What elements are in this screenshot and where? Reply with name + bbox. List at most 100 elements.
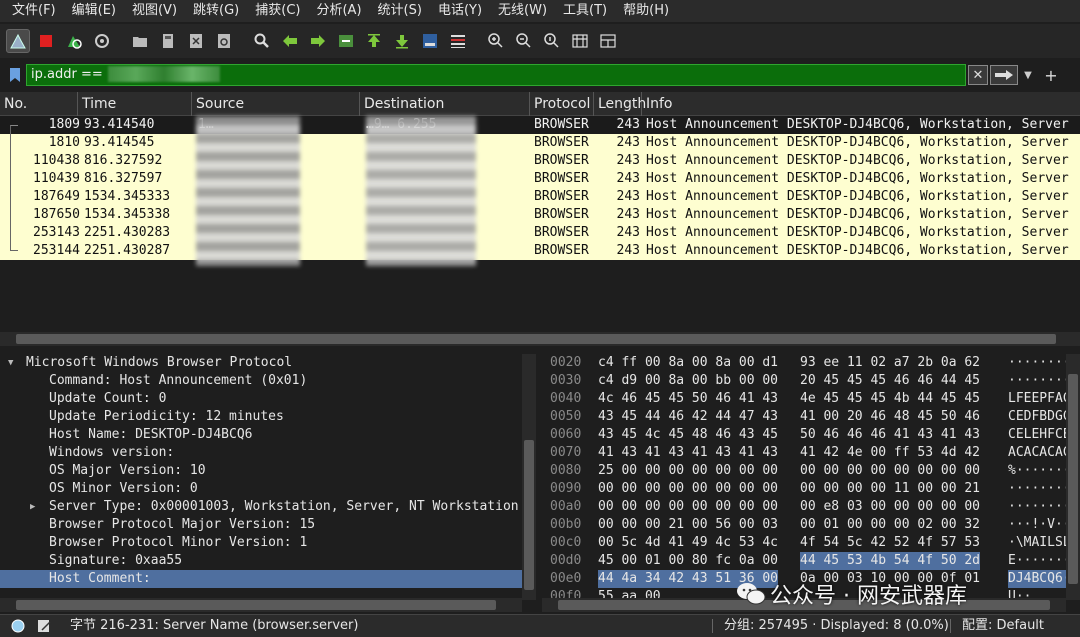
packet-row[interactable]: 187649 1534.345333 BROWSER 243 Host Announce… [0, 188, 1080, 206]
start-capture-button[interactable] [6, 29, 30, 53]
hex-dump-row[interactable]: 00c0 00 5c 4d 41 49 4c 53 4c 4f 54 5c 42 5… [542, 534, 1080, 552]
add-filter-button[interactable]: + [1042, 65, 1060, 85]
filter-history-dropdown[interactable]: ▼ [1020, 65, 1036, 85]
menu-item[interactable]: 工具(T) [555, 0, 615, 22]
packet-list-scrollbar[interactable] [0, 332, 1080, 346]
save-file-button[interactable] [156, 29, 180, 53]
column-header-no[interactable]: No. [0, 92, 78, 116]
packet-protocol: BROWSER [534, 117, 589, 132]
menu-item[interactable]: 编辑(E) [64, 0, 124, 22]
packet-row[interactable]: 110439 816.327597 BROWSER 243 Host Announcem… [0, 170, 1080, 188]
hex-dump-row[interactable]: 00b0 00 00 00 21 00 56 00 03 00 01 00 00 0… [542, 516, 1080, 534]
details-tree-item[interactable]: Browser Protocol Major Version: 15 [0, 516, 522, 534]
normal-size-button[interactable] [540, 29, 564, 53]
hex-dump-row[interactable]: 0030 c4 d9 00 8a 00 bb 00 00 20 45 45 45 4… [542, 372, 1080, 390]
scrollbar-thumb[interactable] [524, 440, 534, 590]
column-header-destination[interactable]: Destination [360, 92, 530, 116]
hex-dump-row[interactable]: 00d0 45 00 01 00 80 fc 0a 00 44 45 53 4b 5… [542, 552, 1080, 570]
hex-dump-row[interactable]: 0060 43 45 4c 45 48 46 43 45 50 46 46 46 4… [542, 426, 1080, 444]
details-tree-item[interactable]: Host Name: DESKTOP-DJ4BCQ6 [0, 426, 522, 444]
hex-dump-row[interactable]: 00a0 00 00 00 00 00 00 00 00 00 e8 03 00 0… [542, 498, 1080, 516]
autoscroll-button[interactable] [418, 29, 442, 53]
hex-dump-row[interactable]: 0050 43 45 44 46 42 44 47 43 41 00 20 46 4… [542, 408, 1080, 426]
menu-item[interactable]: 分析(A) [308, 0, 369, 22]
zoom-out-button[interactable] [512, 29, 536, 53]
filter-bookmark-button[interactable] [4, 64, 26, 86]
profile-status[interactable]: 配置: Default [962, 615, 1044, 637]
bytes-vertical-scrollbar[interactable] [1066, 354, 1080, 600]
close-file-button[interactable] [184, 29, 208, 53]
column-header-time[interactable]: Time [78, 92, 192, 116]
menu-item[interactable]: 跳转(G) [185, 0, 247, 22]
packet-row[interactable]: 1809 93.414540 BROWSER 243 Host Announcement… [0, 116, 1080, 134]
details-tree-item[interactable]: Browser Protocol Minor Version: 1 [0, 534, 522, 552]
hex-dump-row[interactable]: 0080 25 00 00 00 00 00 00 00 00 00 00 00 0… [542, 462, 1080, 480]
menu-item[interactable]: 捕获(C) [247, 0, 308, 22]
layout-button[interactable] [596, 29, 620, 53]
packet-row[interactable]: 253143 2251.430283 BROWSER 243 Host Announce… [0, 224, 1080, 242]
packet-row[interactable]: 1810 93.414545 BROWSER 243 Host Announcement… [0, 134, 1080, 152]
packet-row[interactable]: 253144 2251.430287 BROWSER 243 Host Announce… [0, 242, 1080, 260]
menu-item[interactable]: 视图(V) [124, 0, 185, 22]
collapsed-arrow-icon[interactable]: ▶ [30, 498, 35, 516]
scrollbar-thumb[interactable] [16, 334, 1056, 344]
zoom-in-button[interactable] [484, 29, 508, 53]
scrollbar-thumb[interactable] [16, 600, 496, 610]
restart-capture-button[interactable] [62, 29, 86, 53]
hex-dump-row[interactable]: 0040 4c 46 45 45 50 46 41 43 4e 45 45 45 4… [542, 390, 1080, 408]
details-tree-item[interactable]: OS Minor Version: 0 [0, 480, 522, 498]
details-tree-item[interactable]: Update Count: 0 [0, 390, 522, 408]
column-header-length[interactable]: Length [594, 92, 646, 116]
details-tree-item[interactable]: Update Periodicity: 12 minutes [0, 408, 522, 426]
menu-item[interactable]: 文件(F) [4, 0, 64, 22]
open-file-button[interactable] [128, 29, 152, 53]
reload-file-button[interactable] [212, 29, 236, 53]
hex-dump-row[interactable]: 0020 c4 ff 00 8a 00 8a 00 d1 93 ee 11 02 a… [542, 354, 1080, 372]
scrollbar-thumb[interactable] [1068, 374, 1078, 584]
go-forward-button[interactable] [306, 29, 330, 53]
packet-time: 1534.345338 [84, 207, 171, 222]
details-horizontal-scrollbar[interactable] [0, 598, 522, 612]
details-vertical-scrollbar[interactable] [522, 354, 536, 600]
goto-packet-icon [339, 35, 353, 47]
last-packet-button[interactable] [390, 29, 414, 53]
menu-item[interactable]: 无线(W) [490, 0, 555, 22]
clear-filter-button[interactable]: ✕ [968, 65, 988, 85]
watermark: 公众号 · 网安武器库 [736, 578, 967, 610]
column-header-info[interactable]: Info [642, 92, 1080, 116]
stop-capture-button[interactable] [34, 29, 58, 53]
resize-columns-icon [572, 34, 588, 48]
colorize-button[interactable] [446, 29, 470, 53]
hex-dump-row[interactable]: 0090 00 00 00 00 00 00 00 00 00 00 00 00 1… [542, 480, 1080, 498]
details-tree-item[interactable]: Windows version: [0, 444, 522, 462]
column-header-source[interactable]: Source [192, 92, 360, 116]
details-tree-item[interactable]: ▶ Server Type: 0x00001003, Workstation, S… [0, 498, 522, 516]
go-back-button[interactable] [278, 29, 302, 53]
column-header-protocol[interactable]: Protocol [530, 92, 594, 116]
resize-columns-button[interactable] [568, 29, 592, 53]
capture-comments-button[interactable] [36, 615, 52, 637]
packet-no: 1809 [48, 117, 80, 132]
packet-list-header: No. Time Source Destination Protocol Len… [0, 92, 1080, 116]
go-to-packet-button[interactable] [334, 29, 358, 53]
stop-icon [40, 35, 52, 47]
hex-dump-row[interactable]: 0070 41 43 41 43 41 43 41 43 41 42 4e 00 f… [542, 444, 1080, 462]
expert-info-button[interactable] [10, 615, 26, 637]
details-tree-item[interactable]: OS Major Version: 10 [0, 462, 522, 480]
details-tree-item[interactable]: ▼ Microsoft Windows Browser Protocol [0, 354, 522, 372]
packet-row[interactable]: 187650 1534.345338 BROWSER 243 Host Announce… [0, 206, 1080, 224]
details-tree-item[interactable]: Signature: 0xaa55 [0, 552, 522, 570]
packet-length: 243 [616, 153, 640, 168]
expanded-arrow-icon[interactable]: ▼ [8, 354, 13, 372]
find-packet-button[interactable] [250, 29, 274, 53]
menu-item[interactable]: 帮助(H) [615, 0, 677, 22]
menu-item[interactable]: 统计(S) [370, 0, 430, 22]
capture-options-button[interactable] [90, 29, 114, 53]
menu-item[interactable]: 电话(Y) [430, 0, 490, 22]
packet-row[interactable]: 110438 816.327592 BROWSER 243 Host Announcem… [0, 152, 1080, 170]
apply-filter-button[interactable] [990, 65, 1018, 85]
first-packet-button[interactable] [362, 29, 386, 53]
details-tree-item[interactable]: Command: Host Announcement (0x01) [0, 372, 522, 390]
conversation-bracket [10, 152, 18, 170]
details-tree-item[interactable]: Host Comment: [0, 570, 522, 588]
